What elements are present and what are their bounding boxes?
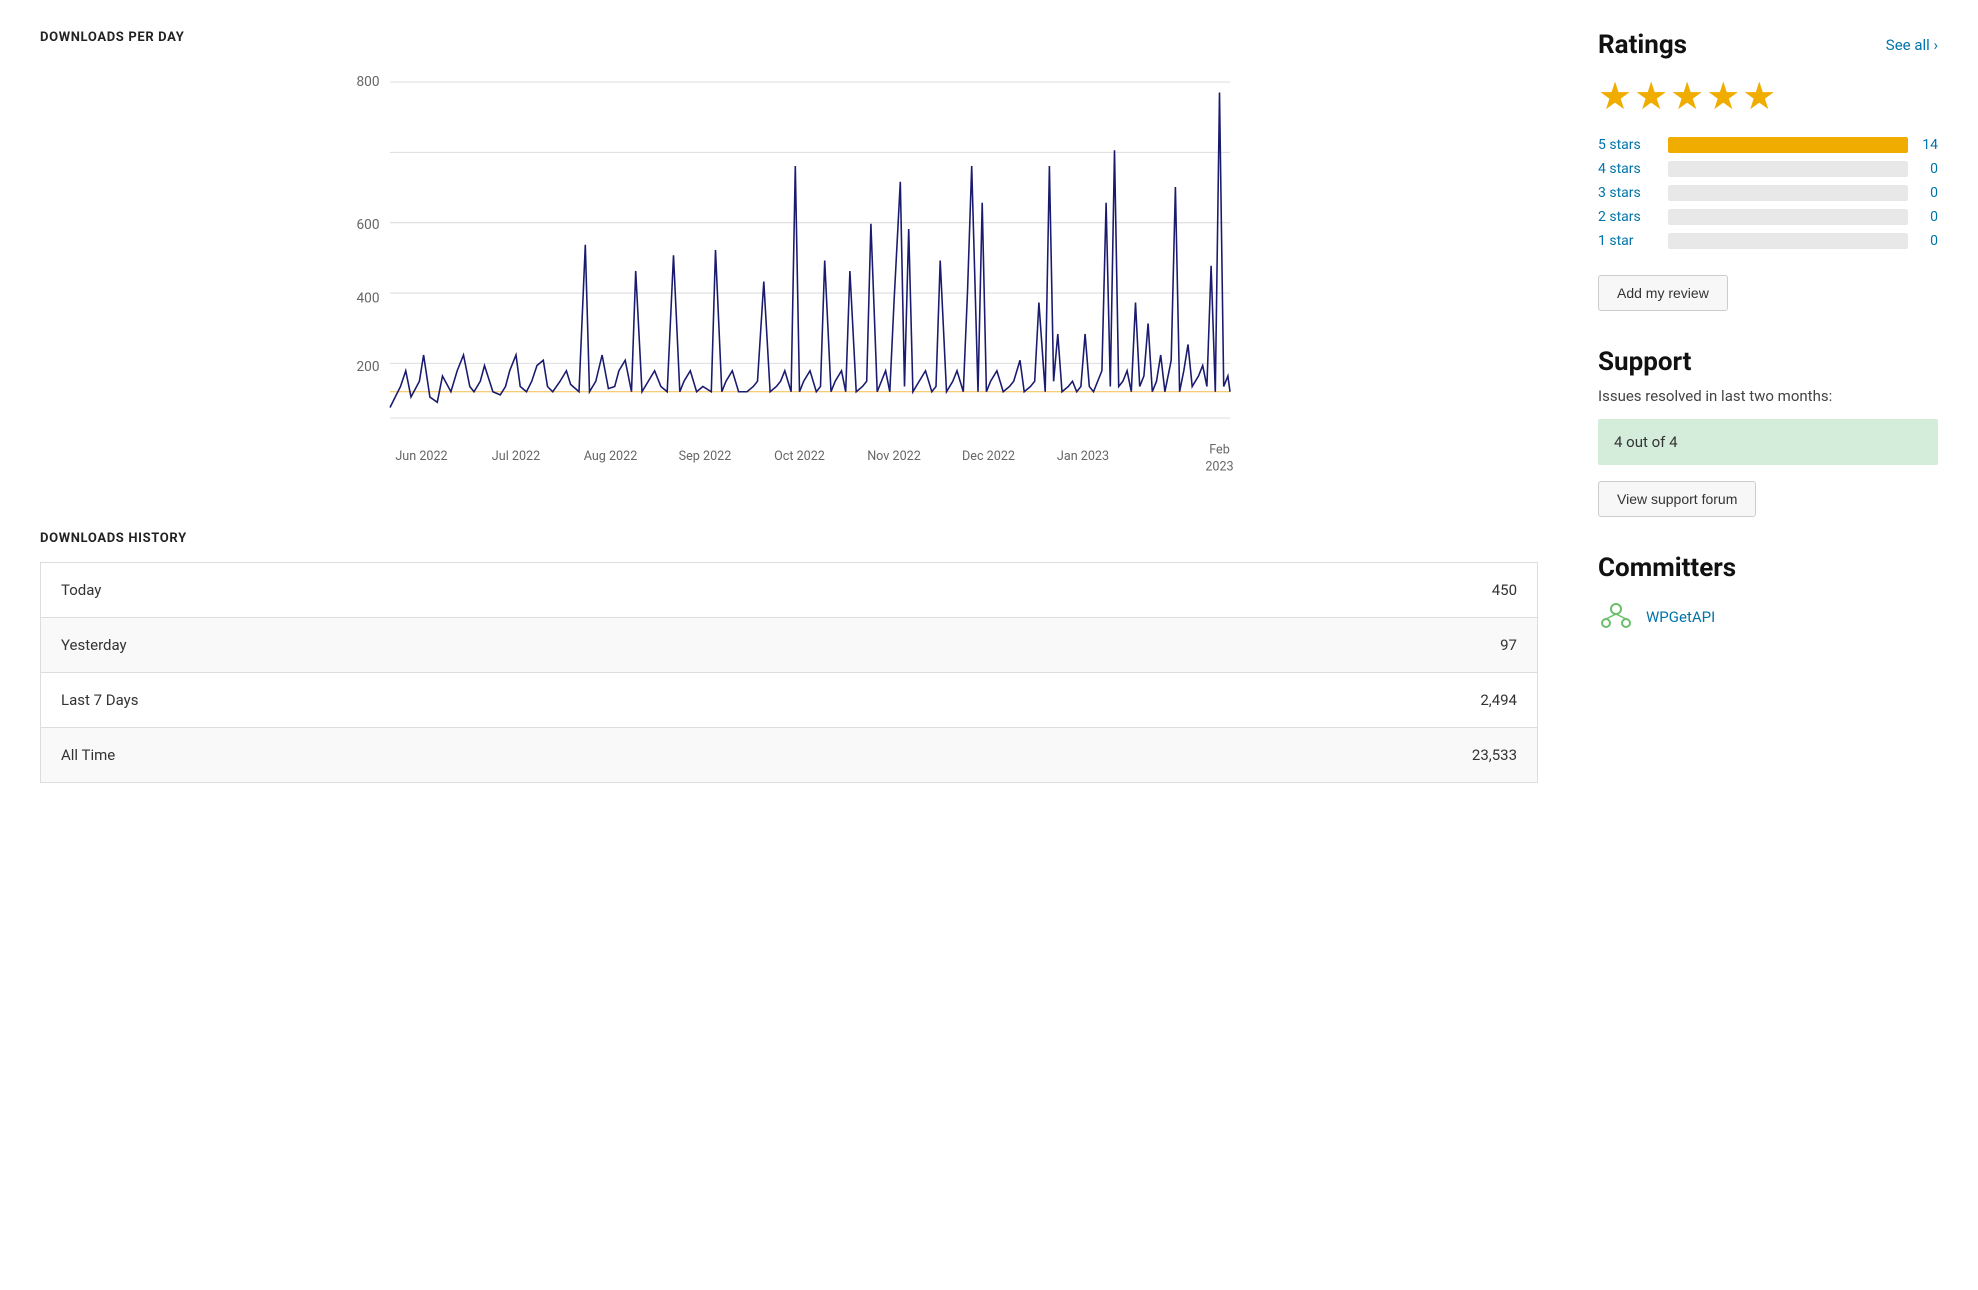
rating-count: 0 <box>1918 233 1938 249</box>
rating-label[interactable]: 3 stars <box>1598 185 1658 201</box>
downloads-history-title: DOWNLOADS HISTORY <box>40 531 1538 546</box>
history-table-row: Yesterday97 <box>41 618 1538 673</box>
support-title: Support <box>1598 347 1938 377</box>
committers-section: Committers WPGetAPI <box>1598 553 1938 635</box>
stars-display: ★★★★★ <box>1598 74 1938 119</box>
history-label: Last 7 Days <box>41 673 909 728</box>
history-label: Today <box>41 563 909 618</box>
svg-text:Sep 2022: Sep 2022 <box>679 449 732 464</box>
rating-row: 3 stars 0 <box>1598 185 1938 201</box>
svg-text:Dec 2022: Dec 2022 <box>962 449 1015 464</box>
rating-label[interactable]: 2 stars <box>1598 209 1658 225</box>
svg-text:200: 200 <box>357 359 380 375</box>
support-subtitle: Issues resolved in last two months: <box>1598 387 1938 405</box>
svg-text:Aug 2022: Aug 2022 <box>584 449 638 464</box>
rating-row: 5 stars 14 <box>1598 137 1938 153</box>
history-table: Today450Yesterday97Last 7 Days2,494All T… <box>40 562 1538 783</box>
svg-text:Jan 2023: Jan 2023 <box>1057 449 1109 464</box>
history-label: Yesterday <box>41 618 909 673</box>
history-value: 2,494 <box>908 673 1537 728</box>
committer-icon <box>1598 599 1634 635</box>
rating-bar-fill <box>1668 137 1908 153</box>
rating-bar-bg <box>1668 233 1908 249</box>
svg-text:800: 800 <box>357 74 380 90</box>
downloads-history-section: DOWNLOADS HISTORY Today450Yesterday97Las… <box>40 531 1538 783</box>
rating-row: 4 stars 0 <box>1598 161 1938 177</box>
downloads-chart: 800 600 400 200 Jun 2022 Jul 2022 Aug 20… <box>40 61 1538 481</box>
rating-count: 14 <box>1918 137 1938 153</box>
committers-title: Committers <box>1598 553 1938 583</box>
history-table-row: Last 7 Days2,494 <box>41 673 1538 728</box>
rating-count: 0 <box>1918 209 1938 225</box>
rating-row: 1 star 0 <box>1598 233 1938 249</box>
ratings-section: Ratings See all › ★★★★★ 5 stars 14 4 sta… <box>1598 30 1938 311</box>
history-table-row: All Time23,533 <box>41 728 1538 783</box>
rating-label[interactable]: 1 star <box>1598 233 1658 249</box>
downloads-chart-title: DOWNLOADS PER DAY <box>40 30 1538 45</box>
rating-count: 0 <box>1918 185 1938 201</box>
history-value: 23,533 <box>908 728 1537 783</box>
svg-text:Jul 2022: Jul 2022 <box>492 449 540 464</box>
see-all-link[interactable]: See all › <box>1886 36 1938 54</box>
view-support-forum-button[interactable]: View support forum <box>1598 481 1756 517</box>
svg-text:400: 400 <box>357 291 380 307</box>
support-section: Support Issues resolved in last two mont… <box>1598 347 1938 517</box>
rating-count: 0 <box>1918 161 1938 177</box>
svg-text:Jun 2022: Jun 2022 <box>395 449 447 464</box>
rating-bar-bg <box>1668 209 1908 225</box>
committer-row: WPGetAPI <box>1598 599 1938 635</box>
add-review-button[interactable]: Add my review <box>1598 275 1728 311</box>
svg-text:Nov 2022: Nov 2022 <box>867 449 921 464</box>
svg-text:600: 600 <box>357 217 380 233</box>
support-resolved-badge: 4 out of 4 <box>1598 419 1938 465</box>
ratings-title: Ratings <box>1598 30 1687 60</box>
rating-bar-bg <box>1668 161 1908 177</box>
rating-label[interactable]: 4 stars <box>1598 161 1658 177</box>
svg-text:Oct 2022: Oct 2022 <box>774 449 825 464</box>
history-value: 97 <box>908 618 1537 673</box>
history-value: 450 <box>908 563 1537 618</box>
rating-bar-bg <box>1668 185 1908 201</box>
svg-text:2023: 2023 <box>1205 460 1233 475</box>
history-table-row: Today450 <box>41 563 1538 618</box>
rating-label[interactable]: 5 stars <box>1598 137 1658 153</box>
rating-row: 2 stars 0 <box>1598 209 1938 225</box>
history-label: All Time <box>41 728 909 783</box>
committer-link[interactable]: WPGetAPI <box>1646 608 1715 626</box>
svg-text:Feb: Feb <box>1209 443 1230 458</box>
rating-bar-bg <box>1668 137 1908 153</box>
